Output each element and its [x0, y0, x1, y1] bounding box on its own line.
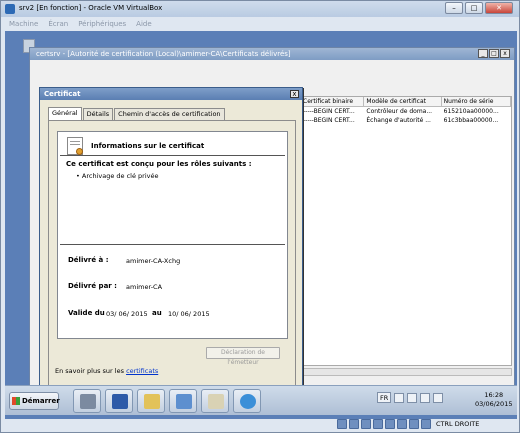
- internet-explorer-taskbar-button[interactable]: [233, 389, 261, 413]
- mmc-taskbar-button[interactable]: [169, 389, 197, 413]
- dialog-close-button[interactable]: x: [290, 90, 299, 98]
- capture-status-icon[interactable]: [409, 419, 419, 429]
- certsrv-close-button[interactable]: x: [500, 49, 510, 58]
- issued-to-label: Délivré à :: [68, 256, 109, 264]
- shared-folders-icon[interactable]: [373, 419, 383, 429]
- valid-from-value: 03/ 06/ 2015: [106, 310, 148, 318]
- certificate-icon: [67, 137, 83, 155]
- guest-desktop: certsrv - [Autorité de certification (Lo…: [5, 31, 517, 419]
- tab-general[interactable]: Général: [48, 107, 82, 120]
- optical-status-icon[interactable]: [349, 419, 359, 429]
- list-row[interactable]: -----BEGIN CERT... Échange d'autorité ..…: [301, 116, 511, 125]
- list-header: Certificat binaire Modèle de certificat …: [301, 97, 512, 107]
- cell-template: Contrôleur de doma...: [366, 108, 433, 115]
- valid-to-value: 10/ 06/ 2015: [168, 310, 210, 318]
- valid-from-label: Valide du: [68, 309, 105, 317]
- virtualbox-menubar: Machine Écran Périphériques Aide: [1, 18, 519, 30]
- virtualbox-icon: [5, 4, 15, 14]
- info-heading: Informations sur le certificat: [91, 142, 205, 150]
- dialog-tabs: Général Détails Chemin d'accès de certif…: [48, 107, 226, 120]
- cell-template: Échange d'autorité ...: [366, 117, 431, 124]
- tray-volume-icon[interactable]: [420, 392, 431, 403]
- close-button[interactable]: ✕: [485, 2, 513, 14]
- column-binary-cert[interactable]: Certificat binaire: [301, 97, 365, 106]
- start-button[interactable]: Démarrer: [9, 392, 60, 410]
- tray-flag-icon[interactable]: [394, 392, 405, 403]
- server-manager-taskbar-button[interactable]: [73, 389, 101, 413]
- menu-aide[interactable]: Aide: [136, 18, 151, 30]
- virtualbox-titlebar: srv2 [En fonction] - Oracle VM VirtualBo…: [1, 1, 519, 17]
- general-panel: Informations sur le certificat Ce certif…: [48, 120, 296, 396]
- clock-time: 16:28: [484, 391, 504, 399]
- certificate-taskbar-button[interactable]: [201, 389, 229, 413]
- certificates-list: Certificat binaire Modèle de certificat …: [300, 96, 512, 366]
- tray-network-icon[interactable]: [407, 392, 418, 403]
- system-tray: FR: [377, 392, 444, 403]
- issued-by-value: amimer-CA: [126, 283, 163, 291]
- tab-certification-path[interactable]: Chemin d'accès de certification: [114, 108, 225, 120]
- cell-serial: 61c3bbaa00000...: [443, 117, 499, 124]
- menu-machine[interactable]: Machine: [9, 18, 38, 30]
- mouse-integration-icon[interactable]: [421, 419, 431, 429]
- clock[interactable]: 16:28 03/06/2015: [475, 391, 512, 409]
- certificate-dialog: Certificat x Général Détails Chemin d'ac…: [39, 87, 303, 407]
- certsrv-title: certsrv - [Autorité de certification (Lo…: [30, 48, 514, 60]
- maximize-button[interactable]: □: [465, 2, 483, 14]
- menu-ecran[interactable]: Écran: [48, 18, 68, 30]
- issued-to-value: amimer-CA-Xchg: [126, 257, 181, 265]
- host-key-label: CTRL DROITE: [436, 420, 480, 428]
- start-label: Démarrer: [22, 397, 60, 405]
- certsrv-maximize-button[interactable]: □: [489, 49, 499, 58]
- issuer-statement-button[interactable]: Déclaration de l'émetteur: [206, 347, 280, 366]
- cell-serial: 615210aa00000...: [443, 108, 499, 115]
- hdd-status-icon[interactable]: [337, 419, 347, 429]
- cell-binary: -----BEGIN CERT...: [303, 108, 355, 115]
- certificate-info-box: Informations sur le certificat Ce certif…: [57, 131, 288, 339]
- minimize-button[interactable]: –: [445, 2, 463, 14]
- display-status-icon[interactable]: [385, 419, 395, 429]
- cell-binary: -----BEGIN CERT...: [303, 117, 355, 124]
- taskbar: Démarrer FR 16:28 03/06/2015: [5, 385, 517, 415]
- windows-flag-icon: [12, 397, 20, 405]
- issued-by-label: Délivré par :: [68, 282, 117, 290]
- window-title: srv2 [En fonction] - Oracle VM VirtualBo…: [19, 4, 163, 12]
- purpose-item: • Archivage de clé privée: [76, 172, 159, 180]
- divider: [60, 155, 285, 156]
- network-status-icon[interactable]: [397, 419, 407, 429]
- learn-more-prefix: En savoir plus sur les: [55, 367, 124, 375]
- divider: [60, 244, 285, 245]
- learn-more-text: En savoir plus sur les certificats: [55, 367, 158, 375]
- list-row[interactable]: -----BEGIN CERT... Contrôleur de doma...…: [301, 107, 511, 116]
- column-serial[interactable]: Numéro de série: [442, 97, 512, 106]
- tab-details[interactable]: Détails: [82, 108, 114, 120]
- clock-date: 03/06/2015: [475, 400, 513, 408]
- dialog-title: Certificat: [40, 88, 302, 100]
- valid-to-label: au: [152, 309, 162, 317]
- explorer-taskbar-button[interactable]: [137, 389, 165, 413]
- powershell-taskbar-button[interactable]: [105, 389, 133, 413]
- learn-more-link[interactable]: certificats: [126, 367, 158, 375]
- column-template[interactable]: Modèle de certificat: [364, 97, 442, 106]
- purpose-intro: Ce certificat est conçu pour les rôles s…: [66, 160, 252, 168]
- certsrv-minimize-button[interactable]: _: [478, 49, 488, 58]
- tray-security-icon[interactable]: [433, 392, 444, 403]
- menu-peripheriques[interactable]: Périphériques: [78, 18, 126, 30]
- language-indicator[interactable]: FR: [377, 392, 392, 403]
- virtualbox-window: srv2 [En fonction] - Oracle VM VirtualBo…: [0, 0, 520, 433]
- usb-status-icon[interactable]: [361, 419, 371, 429]
- virtualbox-statusbar: CTRL DROITE: [337, 419, 479, 429]
